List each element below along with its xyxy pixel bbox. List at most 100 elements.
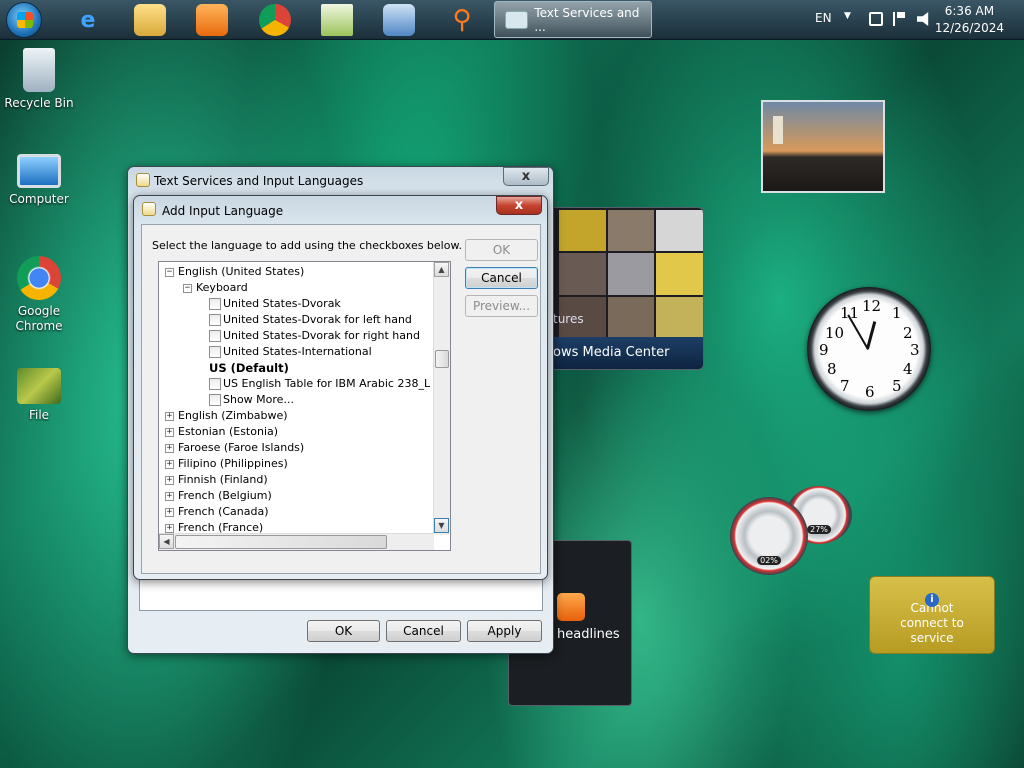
dialog-ok-button[interactable]: OK — [465, 239, 538, 261]
scroll-down-icon[interactable]: ▼ — [434, 518, 449, 533]
clock-gadget[interactable]: 12 1 2 3 4 5 6 7 8 9 10 11 — [807, 287, 931, 411]
clock-number: 4 — [903, 360, 913, 378]
layout-checkbox[interactable] — [209, 346, 221, 358]
scroll-left-icon[interactable]: ◀ — [159, 534, 174, 549]
expand-icon[interactable]: + — [165, 427, 174, 437]
language-indicator[interactable]: EN — [815, 11, 832, 25]
file-explorer-icon[interactable] — [134, 4, 166, 36]
file-thumbnail-icon — [17, 368, 61, 404]
expand-icon[interactable]: + — [165, 491, 174, 501]
tree-language-item[interactable]: + French (Belgium) — [165, 488, 272, 504]
tree-layout-item[interactable]: United States-Dvorak for left hand — [209, 312, 412, 328]
layout-checkbox[interactable] — [209, 314, 221, 326]
cpu-meter-gadget[interactable]: 02% — [730, 497, 808, 575]
vertical-scroll-thumb[interactable] — [435, 350, 449, 368]
search-magnifier-icon[interactable]: ⚲ — [446, 4, 478, 36]
weather-gadget[interactable]: i Cannot connect to service — [869, 576, 995, 654]
windows-logo-icon — [17, 12, 33, 28]
collapse-icon[interactable]: − — [165, 267, 174, 277]
tree-layout-item[interactable]: Show More... — [209, 392, 294, 408]
horizontal-scrollbar[interactable]: ◀ — [159, 533, 434, 550]
window-title: Text Services and Input Languages — [154, 174, 364, 188]
tree-layout-item[interactable]: US (Default) — [209, 360, 289, 376]
tree-item-label: US English Table for IBM Arabic 238_L — [223, 377, 431, 390]
expand-icon[interactable]: + — [165, 475, 174, 485]
close-button[interactable]: x — [503, 167, 549, 186]
start-button[interactable] — [6, 2, 42, 38]
keyboard-icon — [505, 10, 529, 29]
tree-language-item[interactable]: + Estonian (Estonia) — [165, 424, 278, 440]
close-button[interactable]: x — [496, 196, 542, 215]
clock-number: 12 — [862, 297, 882, 315]
tree-layout-item[interactable]: United States-International — [209, 344, 372, 360]
lighthouse-image — [773, 116, 783, 144]
slideshow-gadget[interactable] — [761, 100, 885, 193]
network-icon[interactable] — [869, 12, 883, 26]
preview-button[interactable]: Preview... — [465, 295, 538, 317]
taskbar: e ⚲ Text Services and ... EN ▼ 6:36 AM 1… — [0, 0, 1024, 40]
layout-checkbox[interactable] — [209, 330, 221, 342]
notepad-plus-plus-icon[interactable] — [321, 4, 353, 36]
tree-layout-item[interactable]: United States-Dvorak for right hand — [209, 328, 420, 344]
media-center-caption: tures — [553, 312, 584, 326]
desktop-icon-label: Recycle Bin — [4, 96, 74, 110]
tree-item-label: English (United States) — [178, 265, 305, 278]
horizontal-scroll-thumb[interactable] — [175, 535, 387, 549]
chrome-icon — [17, 256, 61, 300]
desktop-icon-google-chrome[interactable]: Google Chrome — [1, 256, 77, 334]
tree-item-label: French (Belgium) — [178, 489, 272, 502]
desktop-icon-label: Google Chrome — [15, 304, 63, 333]
expand-icon[interactable]: + — [165, 523, 174, 533]
expand-icon[interactable]: + — [165, 443, 174, 453]
tree-language-item[interactable]: − English (United States) — [165, 264, 304, 280]
tree-item-label: Finnish (Finland) — [178, 473, 268, 486]
scroll-up-icon[interactable]: ▲ — [434, 262, 449, 277]
tree-item-label: French (Canada) — [178, 505, 269, 518]
tree-item-label: Show More... — [223, 393, 294, 406]
dialog-cancel-button[interactable]: Cancel — [465, 267, 538, 289]
clock-date: 12/26/2024 — [934, 21, 1004, 35]
expand-icon[interactable]: + — [165, 507, 174, 517]
apply-button[interactable]: Apply — [467, 620, 542, 642]
add-input-language-dialog: Add Input Language x Select the language… — [133, 195, 548, 580]
cancel-button[interactable]: Cancel — [386, 620, 461, 642]
desktop-icon-computer[interactable]: Computer — [1, 154, 77, 207]
tree-category-item[interactable]: − Keyboard — [183, 280, 248, 296]
clock-hour-hand — [866, 321, 877, 349]
remote-desktop-icon[interactable] — [383, 4, 415, 36]
tree-item-label: Keyboard — [196, 281, 248, 294]
layout-checkbox[interactable] — [209, 394, 221, 406]
desktop-icon-recycle-bin[interactable]: Recycle Bin — [1, 48, 77, 111]
clock-number: 1 — [892, 304, 902, 322]
tree-language-item[interactable]: + Finnish (Finland) — [165, 472, 268, 488]
show-hidden-icons-icon[interactable]: ▼ — [844, 11, 851, 21]
internet-explorer-icon[interactable]: e — [72, 4, 104, 36]
layout-checkbox[interactable] — [209, 378, 221, 390]
expand-icon[interactable]: + — [165, 459, 174, 469]
tree-language-item[interactable]: + English (Zimbabwe) — [165, 408, 288, 424]
speaker-muted-icon[interactable] — [917, 12, 929, 26]
media-center-bar: ows Media Center — [541, 337, 703, 369]
tree-layout-item[interactable]: United States-Dvorak — [209, 296, 341, 312]
taskbar-task-text-services[interactable]: Text Services and ... — [494, 1, 652, 38]
expand-icon[interactable]: + — [165, 411, 174, 421]
taskbar-clock[interactable]: 6:36 AM 12/26/2024 — [935, 3, 1004, 37]
tree-language-item[interactable]: + French (Canada) — [165, 504, 269, 520]
chrome-icon[interactable] — [259, 4, 291, 36]
tree-language-item[interactable]: + Filipino (Philippines) — [165, 456, 288, 472]
media-center-gadget[interactable]: tures ows Media Center — [540, 207, 704, 370]
tree-item-label: English (Zimbabwe) — [178, 409, 288, 422]
collapse-icon[interactable]: − — [183, 283, 192, 293]
vertical-scrollbar[interactable]: ▲ ▼ — [433, 262, 450, 535]
tree-layout-item[interactable]: US English Table for IBM Arabic 238_L — [209, 376, 430, 392]
media-player-icon[interactable] — [196, 4, 228, 36]
tree-language-item[interactable]: + Faroese (Faroe Islands) — [165, 440, 304, 456]
memory-meter-value: 27% — [807, 525, 831, 534]
language-tree[interactable]: +French (Luxembourg)+French (France)+Fre… — [158, 261, 451, 551]
tree-item-label: United States-Dvorak — [223, 297, 341, 310]
desktop-icon-file[interactable]: File — [1, 368, 77, 423]
ok-button[interactable]: OK — [307, 620, 380, 642]
action-center-flag-icon[interactable] — [893, 12, 907, 26]
layout-checkbox[interactable] — [209, 298, 221, 310]
tree-item-label: Faroese (Faroe Islands) — [178, 441, 305, 454]
